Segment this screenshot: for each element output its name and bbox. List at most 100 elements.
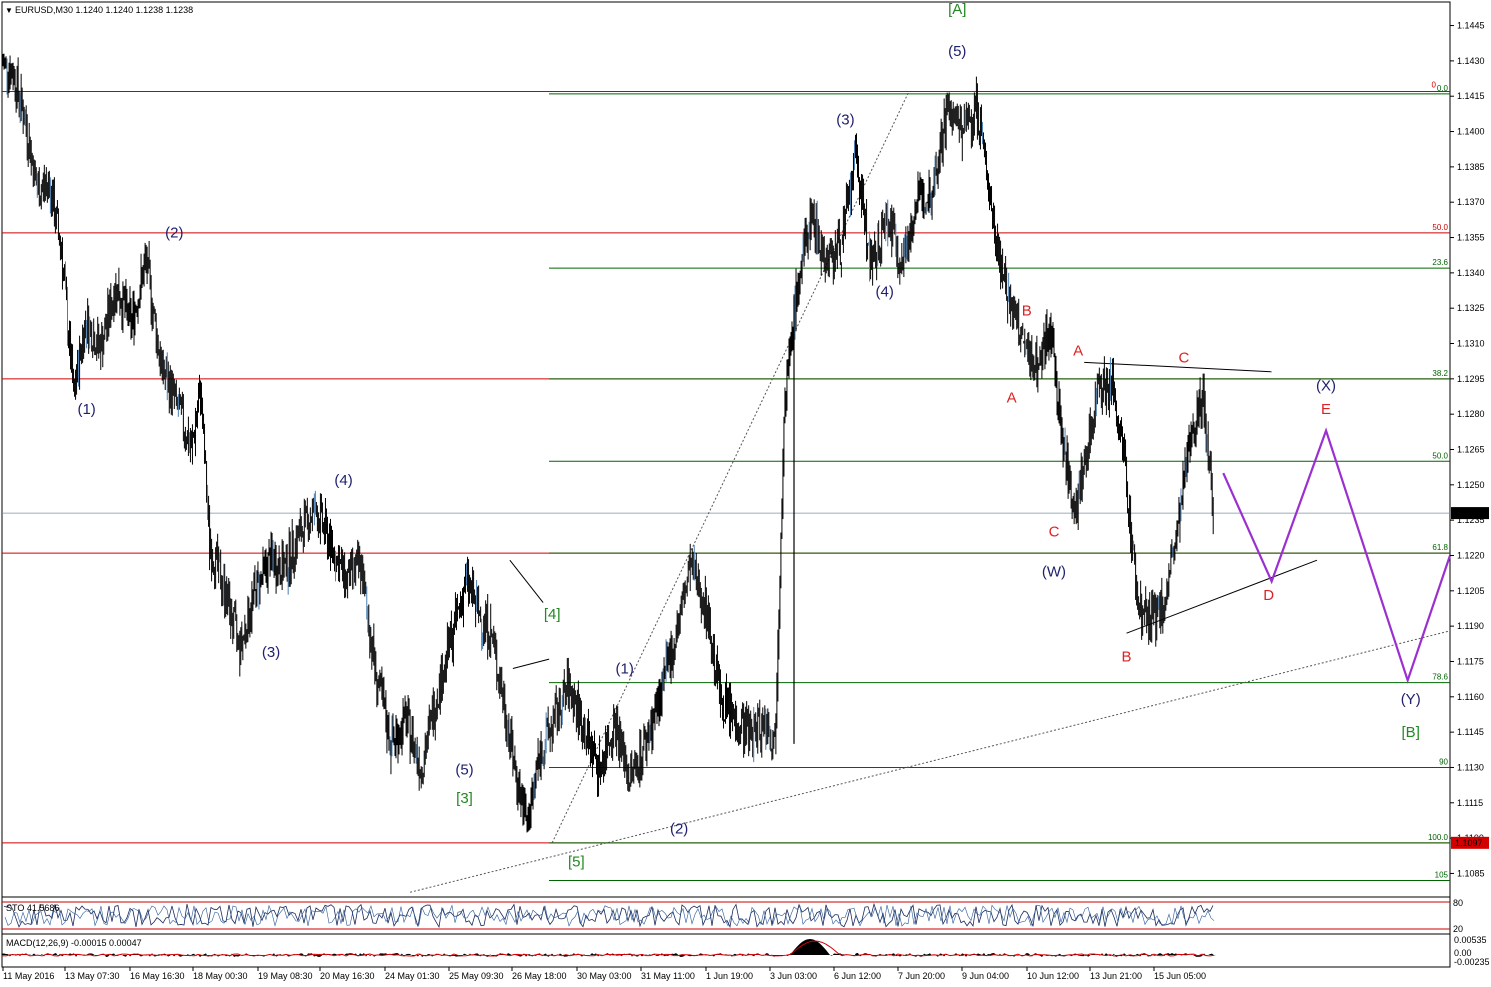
time-tick-label: 20 May 16:30 [320,971,375,981]
wave-label: A [1007,389,1017,406]
wave-label: C [1179,349,1190,366]
wave-label: D [1263,587,1274,604]
price-tick-label: 1.1355 [1457,233,1485,243]
time-tick-label: 3 Jun 03:00 [770,971,817,981]
fibo-level-label: 100.0 [1428,833,1449,842]
time-tick-label: 11 May 2016 [3,971,54,981]
wave-label: A [1073,342,1083,359]
price-tick-label: 1.1145 [1457,727,1484,737]
fibo-level-label: 50.0 [1432,451,1448,460]
fibo-level-label: 61.8 [1432,543,1448,552]
price-tick-label: 1.1445 [1457,21,1485,31]
price-tick-label: 1.1295 [1457,374,1485,384]
chart-header: EURUSD,M30 1.1240 1.1240 1.1238 1.1238 [15,5,193,15]
macd-label: MACD(12,26,9) -0.00015 0.00047 [6,938,142,948]
time-tick-label: 19 May 08:30 [258,971,313,981]
red-fibo-label: 0 [1432,81,1437,90]
wave-label: B [1022,302,1032,319]
price-tick-label: 1.1280 [1457,409,1485,419]
wave-label: (Y) [1401,691,1421,708]
time-tick-label: 9 Jun 04:00 [962,971,1009,981]
time-axis: 11 May 2016 13 May 07:30 16 May 16:30 18 Ma… [2,967,1206,981]
wave-label: [B] [1402,724,1420,741]
low-price-tag-text: 1.1097 [1455,838,1483,848]
price-series [1,51,1214,833]
trendline [509,559,544,603]
wave-label: (W) [1042,564,1066,581]
fibo-level-label: 105 [1435,871,1449,880]
wave-label: [5] [568,853,585,870]
price-axis: 1.1445 1.1430 1.1415 1.1400 1.1385 1.1370 1.13… [1450,21,1485,878]
wave-label: E [1321,401,1331,418]
time-tick-label: 24 May 01:30 [385,971,440,981]
trendlines [409,91,1451,893]
price-tick-label: 1.1085 [1457,868,1485,878]
price-tick-label: 1.1400 [1457,127,1485,137]
wave-label: [4] [544,606,561,623]
time-tick-label: 25 May 09:30 [449,971,504,981]
time-tick-label: 13 May 07:30 [65,971,120,981]
price-tick-label: 1.1160 [1457,692,1484,702]
horizontal-lines [2,91,1450,844]
wave-label: B [1122,648,1132,665]
time-tick-label: 30 May 03:00 [577,971,632,981]
wave-label: (1) [77,401,95,418]
price-tick-label: 1.1250 [1457,480,1485,490]
fibo-level-label: 0.0 [1437,84,1449,93]
price-tick-label: 1.1310 [1457,339,1485,349]
wave-label: (5) [455,762,473,779]
fibonacci-levels: 0.0 23.6 38.2 50.0 61.8 78.6 90 100.0 105 0 50.0 [549,81,1450,882]
price-tick-label: 1.1220 [1457,550,1485,560]
time-tick-label: 6 Jun 12:00 [834,971,881,981]
wave-label: [3] [456,790,473,807]
wave-label: (4) [876,283,894,300]
time-tick-label: 26 May 18:00 [512,971,567,981]
sto-label: STO 41.5686 [6,903,59,913]
price-tick-label: 1.1265 [1457,445,1485,455]
price-tick-label: 1.1415 [1457,91,1485,101]
wave-label: (4) [334,472,352,489]
header-dropdown-icon[interactable]: ▼ [5,6,13,15]
price-tick-label: 1.1370 [1457,197,1485,207]
chart-frame [1,1,1451,968]
stochastic-panel: STO 41.5686 80 20 [2,898,1463,934]
time-tick-label: 10 Jun 12:00 [1027,971,1079,981]
wave-label: (3) [836,111,854,128]
trendline [409,630,1451,893]
price-tick-label: 1.1430 [1457,56,1485,66]
price-tick-label: 1.1205 [1457,586,1485,596]
time-tick-label: 15 Jun 05:00 [1154,971,1206,981]
price-tick-label: 1.1175 [1457,656,1484,666]
wave-label: [A] [948,1,966,18]
time-tick-label: 1 Jun 19:00 [706,971,753,981]
price-tick-label: 1.1385 [1457,162,1485,172]
fibo-level-label: 23.6 [1432,258,1448,267]
macd-tick-label: -0.00235 [1454,957,1490,967]
price-tick-label: 1.1115 [1457,798,1483,808]
fibo-level-label: 38.2 [1432,369,1448,378]
projection-path [1222,427,1452,684]
price-tick-label: 1.1130 [1457,762,1484,772]
fibo-level-label: 90 [1439,757,1448,766]
fibo-level-label: 78.6 [1432,673,1448,682]
price-tick-label: 1.1190 [1457,621,1484,631]
red-fibo-label: 50.0 [1432,223,1448,232]
price-tick-label: 1.1325 [1457,303,1485,313]
trendline [512,658,550,670]
wave-label: (2) [165,225,183,242]
time-tick-label: 16 May 16:30 [130,971,185,981]
wave-label: (X) [1316,378,1336,395]
trading-chart[interactable]: ▼ EURUSD,M30 1.1240 1.1240 1.1238 1.1238… [0,0,1491,987]
wave-label: (1) [616,660,634,677]
time-tick-label: 7 Jun 20:00 [898,971,945,981]
time-tick-label: 31 May 11:00 [641,971,695,981]
wave-label: (3) [262,644,280,661]
time-tick-label: 18 May 00:30 [193,971,248,981]
sto-level-label: 20 [1453,924,1463,934]
projected-wave-path [1222,427,1452,684]
wave-label: C [1049,524,1060,541]
price-tick-label: 1.1340 [1457,268,1485,278]
time-tick-label: 13 Jun 21:00 [1090,971,1142,981]
macd-tick-label: 0.00535 [1454,935,1487,945]
wave-label: (2) [670,820,688,837]
